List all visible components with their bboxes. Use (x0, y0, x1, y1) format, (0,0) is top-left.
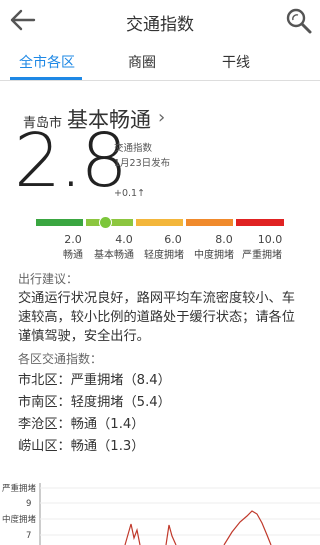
advice-heading: 出行建议： (18, 272, 79, 286)
scale-segment-smooth (36, 219, 83, 226)
district-item: 市北区：严重拥堵（8.4） (18, 373, 171, 388)
districts-heading: 各区交通指数： (18, 352, 103, 366)
chart-y-label: 中度拥堵 (2, 514, 37, 525)
tab-bar: 全市各区 商圈 干线 (0, 44, 320, 81)
index-label: 交通指数 (114, 143, 153, 154)
chart-y-label: 7 (26, 531, 31, 541)
chart-y-label: 9 (26, 499, 31, 509)
scale-segment-light-congestion (136, 219, 183, 226)
district-item: 李沧区：畅通（1.4） (18, 417, 145, 432)
traffic-index-value: 2.8 (14, 118, 128, 204)
chart-y-label: 严重拥堵 (2, 483, 37, 494)
tab-indicator (10, 77, 82, 80)
index-change: +0.1↑ (114, 188, 146, 199)
publish-date: 1月23日发布 (114, 158, 171, 169)
scale-value: 10.0 (257, 233, 283, 246)
current-level-marker (98, 216, 112, 229)
app-bar: 交通指数 (0, 0, 320, 40)
scale-segment-heavy-congestion (236, 219, 284, 226)
scale-segment-moderate-congestion (186, 219, 233, 226)
tab-trunk-roads[interactable]: 干线 (196, 52, 276, 72)
district-item: 崂山区：畅通（1.3） (18, 439, 145, 454)
advice-text: 交通运行状况良好，路网平均车流密度较小、车速较高，较小比例的道路处于缓行状态；请… (18, 291, 295, 344)
tab-all-districts[interactable]: 全市各区 (7, 52, 87, 72)
tab-business-areas[interactable]: 商圈 (102, 52, 182, 72)
trend-chart: 严重拥堵 9 中度拥堵 7 (2, 483, 320, 545)
search-icon[interactable] (285, 7, 313, 35)
chart-trend-line (124, 510, 272, 545)
chevron-right-icon[interactable]: › (158, 107, 165, 128)
scale-label: 严重拥堵 (242, 250, 282, 261)
page-title: 交通指数 (126, 15, 194, 35)
district-item: 市南区：轻度拥堵（5.4） (18, 395, 171, 410)
